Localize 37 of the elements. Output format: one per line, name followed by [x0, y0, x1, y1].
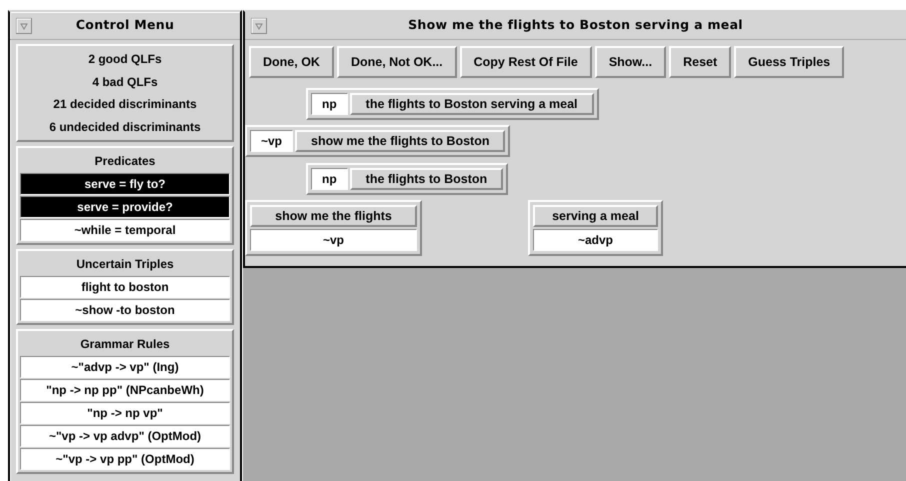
- phrase-button[interactable]: the flights to Boston serving a meal: [350, 93, 594, 115]
- category-label: ~advp: [533, 229, 658, 251]
- window-menu-icon[interactable]: [251, 18, 267, 34]
- toolbar-button[interactable]: Reset: [669, 46, 732, 78]
- list-item[interactable]: serve = provide?: [20, 196, 230, 218]
- window-title: Control Menu: [74, 16, 176, 34]
- window-title: Show me the flights to Boston serving a meal: [407, 16, 744, 34]
- list-item[interactable]: flight to boston: [20, 276, 230, 298]
- list-item[interactable]: ~show -to boston: [20, 299, 230, 321]
- panel-title: Uncertain Triples: [75, 256, 175, 273]
- toolbar-button[interactable]: Done, OK: [249, 46, 334, 78]
- list-item[interactable]: "np -> np pp" (NPcanbeWh): [20, 379, 230, 401]
- window-menu-icon[interactable]: [16, 18, 32, 34]
- category-label: ~vp: [250, 130, 294, 152]
- stat-text: 6 undecided discriminants: [48, 118, 202, 136]
- panel-title: Grammar Rules: [79, 336, 171, 353]
- stat-text: 21 decided discriminants: [52, 96, 198, 113]
- toolbar-button[interactable]: Copy Rest Of File: [460, 46, 592, 78]
- phrase-button[interactable]: serving a meal: [533, 205, 658, 227]
- phrase-button[interactable]: the flights to Boston: [350, 168, 504, 190]
- category-label: ~vp: [250, 229, 417, 251]
- list-item[interactable]: serve = fly to?: [20, 173, 230, 195]
- stat-text: 2 good QLFs: [87, 51, 163, 68]
- category-label: np: [311, 168, 348, 190]
- toolbar-button[interactable]: Guess Triples: [734, 46, 844, 78]
- panel-title: Predicates: [94, 153, 156, 170]
- list-item[interactable]: ~"vp -> vp pp" (OptMod): [20, 448, 230, 470]
- category-label: np: [311, 93, 348, 115]
- list-item[interactable]: ~"vp -> vp advp" (OptMod): [20, 425, 230, 447]
- phrase-button[interactable]: show me the flights: [250, 205, 417, 227]
- list-item[interactable]: "np -> np vp": [20, 402, 230, 424]
- stat-text: 4 bad QLFs: [91, 74, 159, 90]
- toolbar-button[interactable]: Done, Not OK...: [336, 46, 457, 78]
- toolbar-button[interactable]: Show...: [594, 46, 666, 78]
- list-item[interactable]: ~"advp -> vp" (Ing): [20, 356, 230, 378]
- phrase-button[interactable]: show me the flights to Boston: [295, 130, 506, 152]
- list-item[interactable]: ~while = temporal: [20, 219, 230, 241]
